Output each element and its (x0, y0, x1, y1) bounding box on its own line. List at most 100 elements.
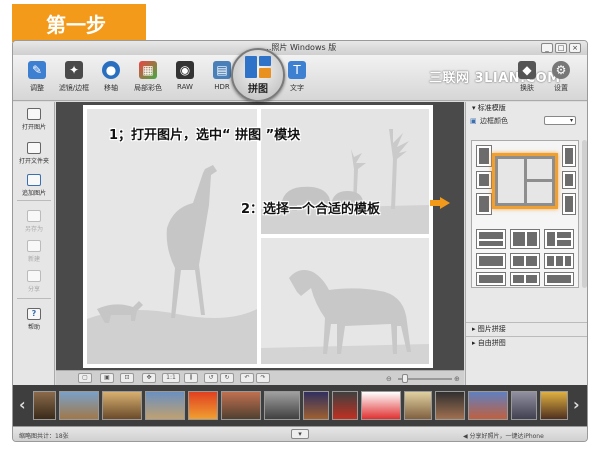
thumbnail-count: 缩略图共计：18张 (19, 433, 69, 440)
zoom-in-icon[interactable]: ⊕ (454, 375, 460, 383)
template-item[interactable] (544, 272, 574, 286)
tool-label: HDR (214, 83, 230, 91)
move-icon[interactable]: ✥ (142, 373, 156, 383)
maximize-button[interactable]: □ (555, 43, 567, 53)
annotation-step1: 1；打开图片，选中“ 拼图 ”模块 (109, 128, 301, 143)
image-icon[interactable]: ▣ (100, 373, 114, 383)
share-button[interactable]: 分享 (13, 270, 55, 293)
left-panel: 打开图片 打开文件夹 追加图片 另存为 新建 分享 ? 帮助 (13, 102, 55, 385)
chevron-down-icon: ▾ (569, 117, 573, 124)
tool-adjust[interactable]: ✎ 调整 (19, 61, 55, 93)
align-icon[interactable]: ⫼ (184, 373, 198, 383)
rotate-left-icon[interactable]: ↺ (204, 373, 218, 383)
thumbnail[interactable] (59, 391, 99, 420)
thumbnail[interactable] (468, 391, 508, 420)
collage-cell-left[interactable] (87, 109, 257, 364)
status-bar: 缩略图共计：18张 ▾ ◀ 分享好照片，一键达iPhone (13, 426, 587, 441)
thumbnail[interactable] (33, 391, 56, 420)
tool-label: 移轴 (104, 84, 118, 92)
text-icon: T (288, 61, 306, 79)
template-item[interactable] (562, 145, 576, 167)
open-image-button[interactable]: 打开图片 (13, 108, 55, 131)
template-item[interactable] (476, 193, 492, 215)
border-color-dropdown[interactable]: ▾ (544, 116, 576, 125)
raw-icon: ◉ (176, 61, 194, 79)
template-item[interactable] (510, 272, 540, 286)
help-icon: ? (27, 308, 41, 320)
thumbnail[interactable] (404, 391, 432, 420)
border-color-icon: ▣ (470, 117, 477, 125)
template-item[interactable] (476, 171, 492, 189)
tool-skin[interactable]: ◆ 换肤 (509, 61, 545, 93)
template-item[interactable] (476, 229, 506, 249)
template-item[interactable] (510, 229, 540, 249)
template-item[interactable] (544, 253, 574, 269)
template-item[interactable] (476, 272, 506, 286)
divider (17, 200, 51, 201)
minimize-button[interactable]: _ (541, 43, 553, 53)
share-promo[interactable]: ◀ 分享好照片，一键达iPhone (463, 431, 544, 440)
chevron-left-icon[interactable]: ‹ (19, 395, 26, 414)
right-panel: ▾ 标准模版 ▣ 边框颜色 ▾ ▸ 图片拼接 ▸ 自由拼图 (465, 102, 587, 385)
template-item[interactable] (562, 193, 576, 215)
chevron-right-icon[interactable]: › (573, 395, 580, 414)
add-image-button[interactable]: 追加图片 (13, 174, 55, 197)
tool-color-splash[interactable]: ▦ 局部彩色 (130, 61, 166, 93)
redo-icon[interactable]: ↷ (256, 373, 270, 383)
puzzle-button[interactable]: 拼图 (231, 48, 285, 102)
tool-label: 设置 (554, 84, 568, 92)
thumbnail[interactable] (303, 391, 329, 420)
close-button[interactable]: × (569, 43, 581, 53)
thumbnail[interactable] (221, 391, 261, 420)
open-folder-button[interactable]: 打开文件夹 (13, 142, 55, 165)
template-item[interactable] (476, 145, 492, 167)
collage-cell-bottom-right[interactable] (261, 238, 429, 364)
giraffe-silhouette (87, 109, 257, 364)
rotate-right-icon[interactable]: ↻ (220, 373, 234, 383)
gear-icon: ⚙ (552, 61, 570, 79)
thumbnail[interactable] (435, 391, 465, 420)
tool-raw[interactable]: ◉ RAW (167, 61, 203, 91)
template-section-header[interactable]: ▾ 标准模版 (466, 102, 587, 114)
thumbnail[interactable] (511, 391, 537, 420)
share-icon (27, 270, 41, 282)
thumbnail[interactable] (102, 391, 142, 420)
template-item[interactable] (476, 253, 506, 269)
fit-icon[interactable]: ⊡ (120, 373, 134, 383)
thumbnail[interactable] (264, 391, 300, 420)
help-button[interactable]: ? 帮助 (13, 308, 55, 331)
actual-size-button[interactable]: 1:1 (162, 373, 180, 383)
horse-silhouette (261, 238, 429, 364)
zoom-slider-handle[interactable] (402, 374, 408, 383)
puzzle-icon (245, 56, 271, 78)
thumbnail[interactable] (145, 391, 185, 420)
tool-settings[interactable]: ⚙ 设置 (543, 61, 579, 93)
thumbnail[interactable] (540, 391, 568, 420)
template-item[interactable] (562, 171, 576, 189)
tool-tilt-shift[interactable]: ● 移轴 (93, 61, 129, 93)
window-controls: _ □ × (541, 43, 581, 53)
template-item[interactable] (544, 229, 574, 249)
template-item[interactable] (510, 253, 540, 269)
image-join-section[interactable]: ▸ 图片拼接 (466, 322, 587, 334)
tilt-shift-icon: ● (102, 61, 120, 79)
collapse-strip-button[interactable]: ▾ (291, 429, 309, 439)
undo-icon[interactable]: ↶ (240, 373, 254, 383)
thumbnail[interactable] (188, 391, 218, 420)
zoom-out-icon[interactable]: ⊖ (386, 375, 392, 383)
thumbnail[interactable] (361, 391, 401, 420)
crop-icon[interactable]: ▢ (78, 373, 92, 383)
template-selected[interactable] (492, 153, 558, 209)
tool-label: 换肤 (520, 84, 534, 92)
save-as-button[interactable]: 另存为 (13, 210, 55, 233)
open-image-icon (27, 108, 41, 120)
new-icon (27, 240, 41, 252)
tool-filter[interactable]: ✦ 滤镜/边框 (56, 61, 92, 93)
tool-label: 滤镜/边框 (58, 84, 90, 92)
template-grid (471, 140, 579, 288)
thumbnail[interactable] (332, 391, 358, 420)
template-scrollbar[interactable] (582, 140, 587, 288)
free-collage-section[interactable]: ▸ 自由拼图 (466, 336, 587, 348)
new-button[interactable]: 新建 (13, 240, 55, 263)
collage-canvas (83, 105, 433, 368)
